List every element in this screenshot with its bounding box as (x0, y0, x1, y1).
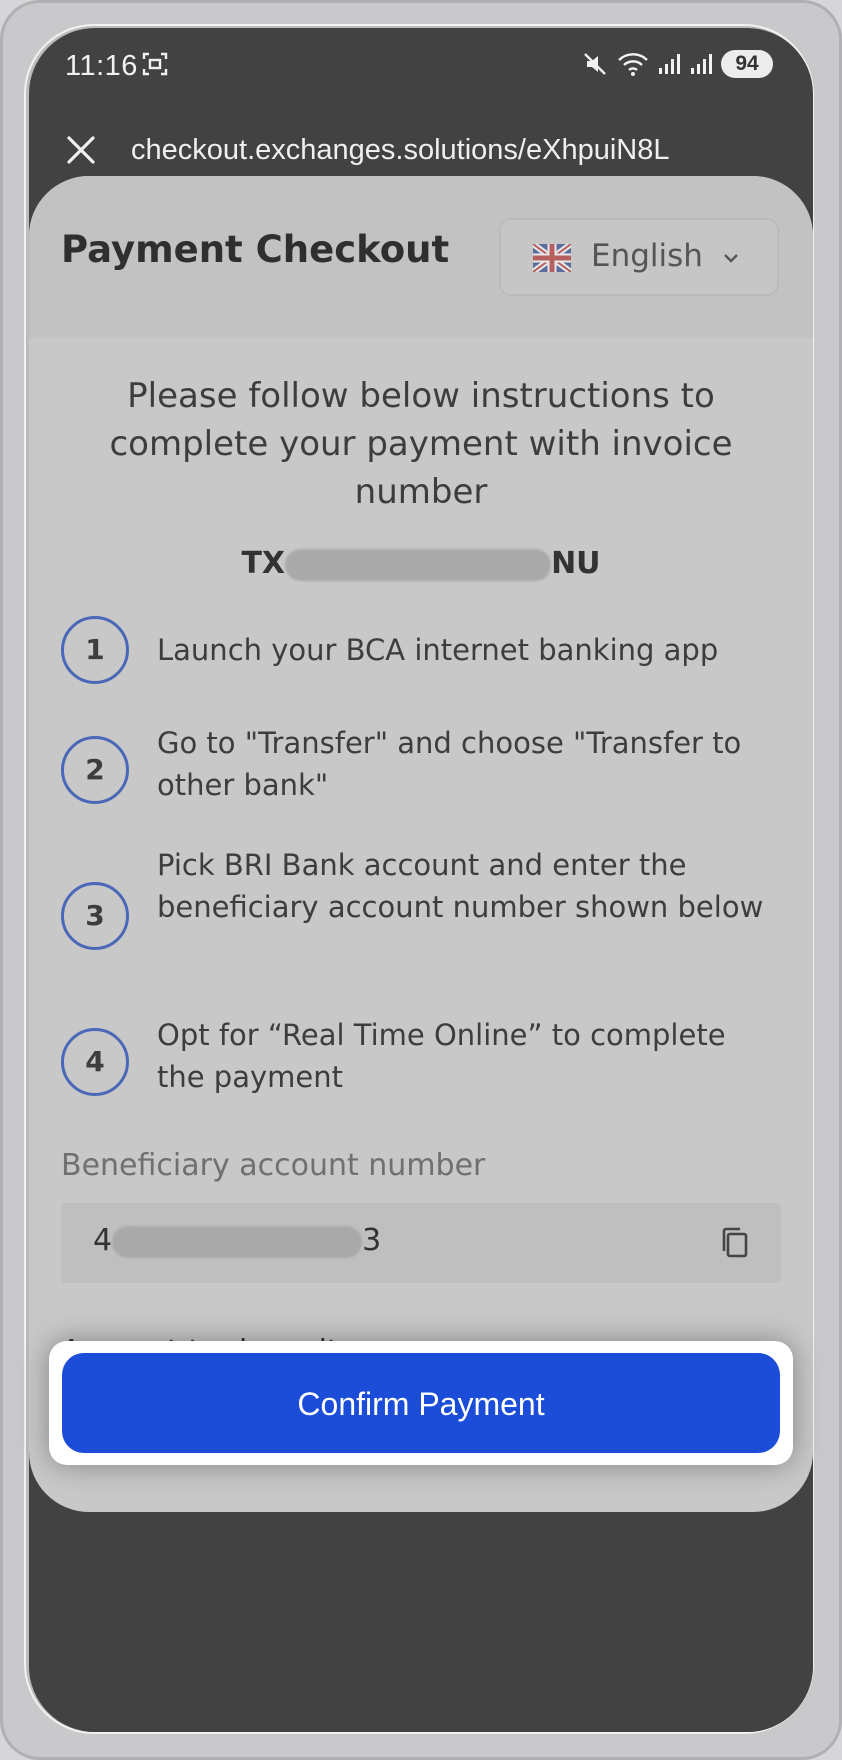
language-select[interactable]: English (499, 218, 779, 296)
language-label: English (591, 238, 703, 274)
checkout-page: Payment Checkout English Please follow b… (29, 176, 813, 1512)
invoice-prefix: TX (241, 546, 286, 581)
screenshot-icon (142, 52, 168, 76)
wifi-icon (618, 53, 648, 76)
account-prefix: 4 (93, 1223, 113, 1258)
confirm-highlight: Confirm Payment (49, 1341, 793, 1465)
close-icon[interactable] (61, 130, 101, 170)
uk-flag-icon (533, 244, 571, 272)
mute-icon (584, 53, 606, 75)
redacted-mask (285, 548, 552, 581)
invoice-suffix: NU (551, 546, 601, 581)
chevron-down-icon (724, 254, 738, 263)
status-right: 94 (581, 50, 773, 78)
status-bar: 11:16 94 (29, 28, 813, 108)
step-text: Pick BRI Bank account and enter the bene… (157, 848, 764, 924)
invoice-number: TX NU (29, 546, 813, 581)
copy-icon[interactable] (717, 1225, 753, 1261)
beneficiary-label: Beneficiary account number (61, 1148, 486, 1183)
battery-indicator: 94 (721, 50, 773, 78)
step-number: 3 (61, 882, 129, 950)
beneficiary-account-field: 43 (61, 1203, 781, 1283)
step-number: 4 (61, 1028, 129, 1096)
step-text: Launch your BCA internet banking app (157, 633, 719, 667)
phone-screen: 11:16 94 checkout.exchanges.solutions/eX… (29, 28, 813, 1732)
status-time: 11:16 (65, 50, 138, 82)
confirm-payment-button[interactable]: Confirm Payment (62, 1353, 780, 1453)
url-text[interactable]: checkout.exchanges.solutions/eXhpuiN8L (131, 134, 669, 167)
beneficiary-account-value: 43 (93, 1223, 381, 1258)
step-number: 1 (61, 616, 129, 684)
signal-icon (691, 54, 712, 74)
redacted-mask (112, 1225, 363, 1258)
signal-icon (659, 54, 680, 74)
account-suffix: 3 (362, 1223, 382, 1258)
step-number: 2 (61, 736, 129, 804)
step-text: Go to "Transfer" and choose "Transfer to… (157, 726, 742, 802)
step-text: Opt for “Real Time Online” to complete t… (157, 1018, 726, 1094)
page-title: Payment Checkout (61, 228, 450, 271)
instructions-text: Please follow below instructions to comp… (109, 376, 733, 512)
page-header: Payment Checkout English (29, 176, 813, 338)
dark-backdrop (29, 1512, 813, 1732)
